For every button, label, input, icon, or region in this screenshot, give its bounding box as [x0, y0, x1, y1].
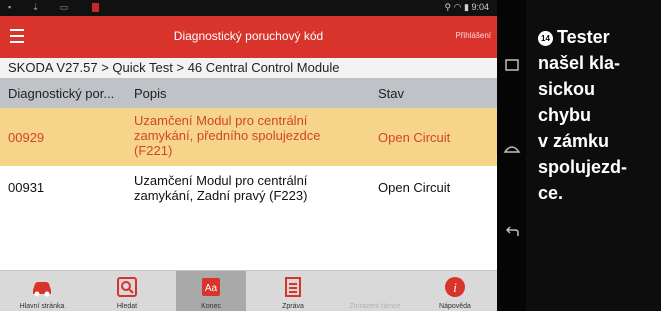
search-button[interactable]: Hledat — [92, 271, 162, 311]
search-icon — [117, 277, 137, 297]
status-bar: ▪ ⇣ ▭ ⚲ ◠ ▮ 9:04 — [0, 0, 497, 16]
figure-caption: 14 Tester našel kla- sickou chybu v zámku… — [526, 0, 661, 311]
table-header: Diagnostický por... Popis Stav — [0, 78, 497, 108]
toolbar-label: Hledat — [116, 303, 138, 310]
clock: 9:04 — [471, 2, 489, 12]
toolbar-label: Zmrazení rámce — [349, 303, 401, 310]
toolbar-label: Zpráva — [282, 303, 304, 310]
car-icon — [33, 282, 51, 297]
help-icon: i — [445, 277, 465, 297]
caption-number-badge: 14 — [538, 31, 553, 46]
clear-code-icon: Aa — [202, 278, 220, 296]
column-header-description[interactable]: Popis — [134, 86, 167, 101]
dtc-code: 00929 — [8, 130, 45, 145]
page-title: Diagnostický poruchový kód — [173, 29, 324, 43]
column-header-code[interactable]: Diagnostický por... — [8, 86, 114, 101]
back-icon[interactable] — [503, 224, 521, 242]
caption-body: Tester našel kla- sickou chybu v zámku s… — [538, 27, 627, 203]
breadcrumb: SKODA V27.57 > Quick Test > 46 Central C… — [0, 58, 497, 78]
clear-button[interactable]: Aa Konec — [176, 271, 246, 311]
dtc-code: 00931 — [8, 180, 45, 195]
bottom-toolbar: Hlavní stránka Hledat Aa Konec Zpráva Zm… — [0, 270, 497, 311]
report-icon — [285, 277, 301, 297]
freeze-frame-button[interactable]: Zmrazení rámce — [340, 271, 410, 311]
toolbar-label: Hlavní stránka — [19, 303, 65, 310]
caption-text: 14 Tester našel kla- sickou chybu v zámku… — [538, 24, 656, 206]
status-right: ⚲ ◠ ▮ 9:04 — [445, 2, 489, 13]
svg-text:Aa: Aa — [205, 283, 218, 294]
dtc-status: Open Circuit — [378, 130, 451, 145]
home-button[interactable]: Hlavní stránka — [7, 271, 77, 311]
dtc-status: Open Circuit — [378, 180, 451, 195]
notification-icons: ▪ ⇣ ▭ — [8, 2, 78, 12]
column-header-status[interactable]: Stav — [378, 86, 404, 101]
android-nav-bar — [497, 0, 526, 311]
report-button[interactable]: Zpráva — [258, 271, 328, 311]
table-row[interactable]: 00931 Uzamčení Modul pro centrální zamyk… — [0, 166, 497, 218]
home-nav-icon[interactable] — [503, 140, 521, 158]
toolbar-label: Nápověda — [439, 303, 471, 310]
recent-apps-icon[interactable] — [503, 56, 521, 74]
tablet-screen: ▪ ⇣ ▭ ⚲ ◠ ▮ 9:04 Diagnostický poruchový … — [0, 0, 497, 311]
app-notification-icon — [92, 3, 99, 12]
login-link[interactable]: Přihlášení — [455, 31, 491, 40]
svg-text:i: i — [453, 280, 457, 295]
toolbar-label: Konec — [201, 303, 221, 310]
dtc-description: Uzamčení Modul pro centrální zamykání, p… — [134, 113, 321, 158]
battery-icon: ▮ — [464, 2, 469, 12]
title-bar: Diagnostický poruchový kód Přihlášení — [0, 16, 497, 58]
table-row[interactable]: 00929 Uzamčení Modul pro centrální zamyk… — [0, 108, 497, 166]
help-button[interactable]: i Nápověda — [420, 271, 490, 311]
location-icon: ⚲ — [444, 2, 452, 12]
wifi-icon: ◠ — [453, 2, 462, 12]
freeze-frame-icon — [363, 275, 387, 299]
dtc-description: Uzamčení Modul pro centrální zamykání, Z… — [134, 173, 308, 203]
